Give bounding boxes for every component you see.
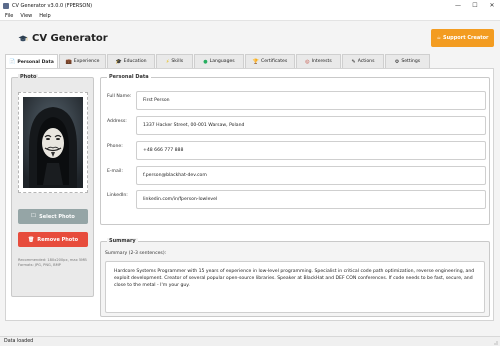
folder-icon: 🗀 [31,212,37,219]
tab-label: Personal Data [17,59,54,65]
close-button[interactable]: ✕ [484,0,500,11]
profile-photo [23,97,83,188]
briefcase-icon: 💼 [65,58,72,65]
tab-settings[interactable]: ⚙ Settings [385,54,430,68]
photo-requirements-note: Recommended: 180x200px, max 5MB Formats:… [18,258,87,267]
lightning-icon: ⚡ [165,58,170,65]
tab-languages[interactable]: ● Languages [194,54,244,68]
email-label: E-mail: [107,169,123,174]
title-bar: CV Generator v3.0.0 (FPERSON) — ☐ ✕ [0,0,500,11]
status-bar: Data loaded [0,336,500,346]
pencil-icon: ✎ [351,58,356,65]
tab-label: Settings [401,59,421,64]
tab-bar: 📄 Personal Data 💼 Experience 🎓 Education… [5,54,431,69]
maximize-button[interactable]: ☐ [467,0,483,11]
document-icon: 📄 [9,59,16,65]
minimize-button[interactable]: — [450,0,466,11]
tab-certificates[interactable]: 🏆 Certificates [245,54,295,68]
tab-education[interactable]: 🎓 Education [107,54,155,68]
target-icon: ◎ [305,58,310,65]
remove-photo-button[interactable]: 🗑 Remove Photo [18,232,88,247]
trophy-icon: 🏆 [252,58,259,65]
linkedin-label: LinkedIn: [107,193,128,198]
trash-icon: 🗑 [27,236,35,243]
tab-interests[interactable]: ◎ Interests [296,54,341,68]
support-creator-label: Support Creator [442,35,489,41]
support-creator-button[interactable]: ☕ Support Creator [431,29,494,47]
personal-data-group: Personal Data Full Name: First Person Ad… [100,74,490,225]
summary-legend: Summary [107,238,138,244]
linkedin-field[interactable]: linkedin.com/in/fperson-lowlevel [136,190,486,209]
personal-data-legend: Personal Data [107,74,151,80]
window-title: CV Generator v3.0.0 (FPERSON) [12,2,93,9]
graduation-cap-icon [18,35,28,41]
tab-experience[interactable]: 💼 Experience [59,54,106,68]
full-name-label: Full Name: [107,94,132,99]
photo-legend: Photo [18,74,39,80]
summary-label: Summary (2-3 sentences): [105,251,167,256]
status-text: Data loaded [4,339,34,344]
select-photo-button[interactable]: 🗀 Select Photo [18,209,88,224]
phone-label: Phone: [107,144,123,149]
tab-skills[interactable]: ⚡ Skills [156,54,193,68]
menu-file[interactable]: File [5,13,13,19]
photo-frame [18,92,88,193]
tab-label: Actions [357,59,375,64]
menu-view[interactable]: View [20,13,32,19]
tab-personal-data[interactable]: 📄 Personal Data [5,54,58,69]
phone-field[interactable]: +48 666 777 888 [136,141,486,160]
select-photo-label: Select Photo [39,213,75,220]
tab-label: Certificates [260,59,288,64]
photo-group: Photo 🗀 Select Photo 🗑 Remove Photo Reco… [11,74,94,297]
summary-group: Summary Summary (2-3 sentences): Hardcor… [100,238,490,317]
globe-icon: ● [203,58,208,65]
resize-grip-icon[interactable] [492,339,498,345]
tab-label: Languages [209,59,235,64]
tab-actions[interactable]: ✎ Actions [342,54,384,68]
address-field[interactable]: 1337 Hacker Street, 00-001 Warsaw, Polan… [136,116,486,135]
tab-label: Interests [311,59,332,64]
tab-label: Education [123,59,147,64]
app-icon [3,2,9,9]
hooded-mask-portrait [23,97,83,188]
gear-icon: ⚙ [394,58,400,65]
app-header: CV Generator [18,33,108,44]
tab-label: Experience [73,59,100,64]
menu-help[interactable]: Help [39,13,50,19]
main-window: CV Generator ☕ Support Creator 📄 Persona… [0,21,500,336]
email-field[interactable]: f.person@blackhat-dev.com [136,166,486,185]
tab-label: Skills [171,59,184,64]
full-name-field[interactable]: First Person [136,91,486,110]
summary-textarea[interactable]: Hardcore Systems Programmer with 15 year… [105,261,485,313]
graduation-cap-icon: 🎓 [115,58,122,65]
address-label: Address: [107,119,127,124]
remove-photo-label: Remove Photo [37,236,79,243]
personal-data-panel: Photo 🗀 Select Photo 🗑 Remove Photo Reco… [5,68,494,321]
menu-bar: File View Help [0,11,500,21]
coffee-icon: ☕ [436,35,441,41]
app-title: CV Generator [32,33,108,44]
